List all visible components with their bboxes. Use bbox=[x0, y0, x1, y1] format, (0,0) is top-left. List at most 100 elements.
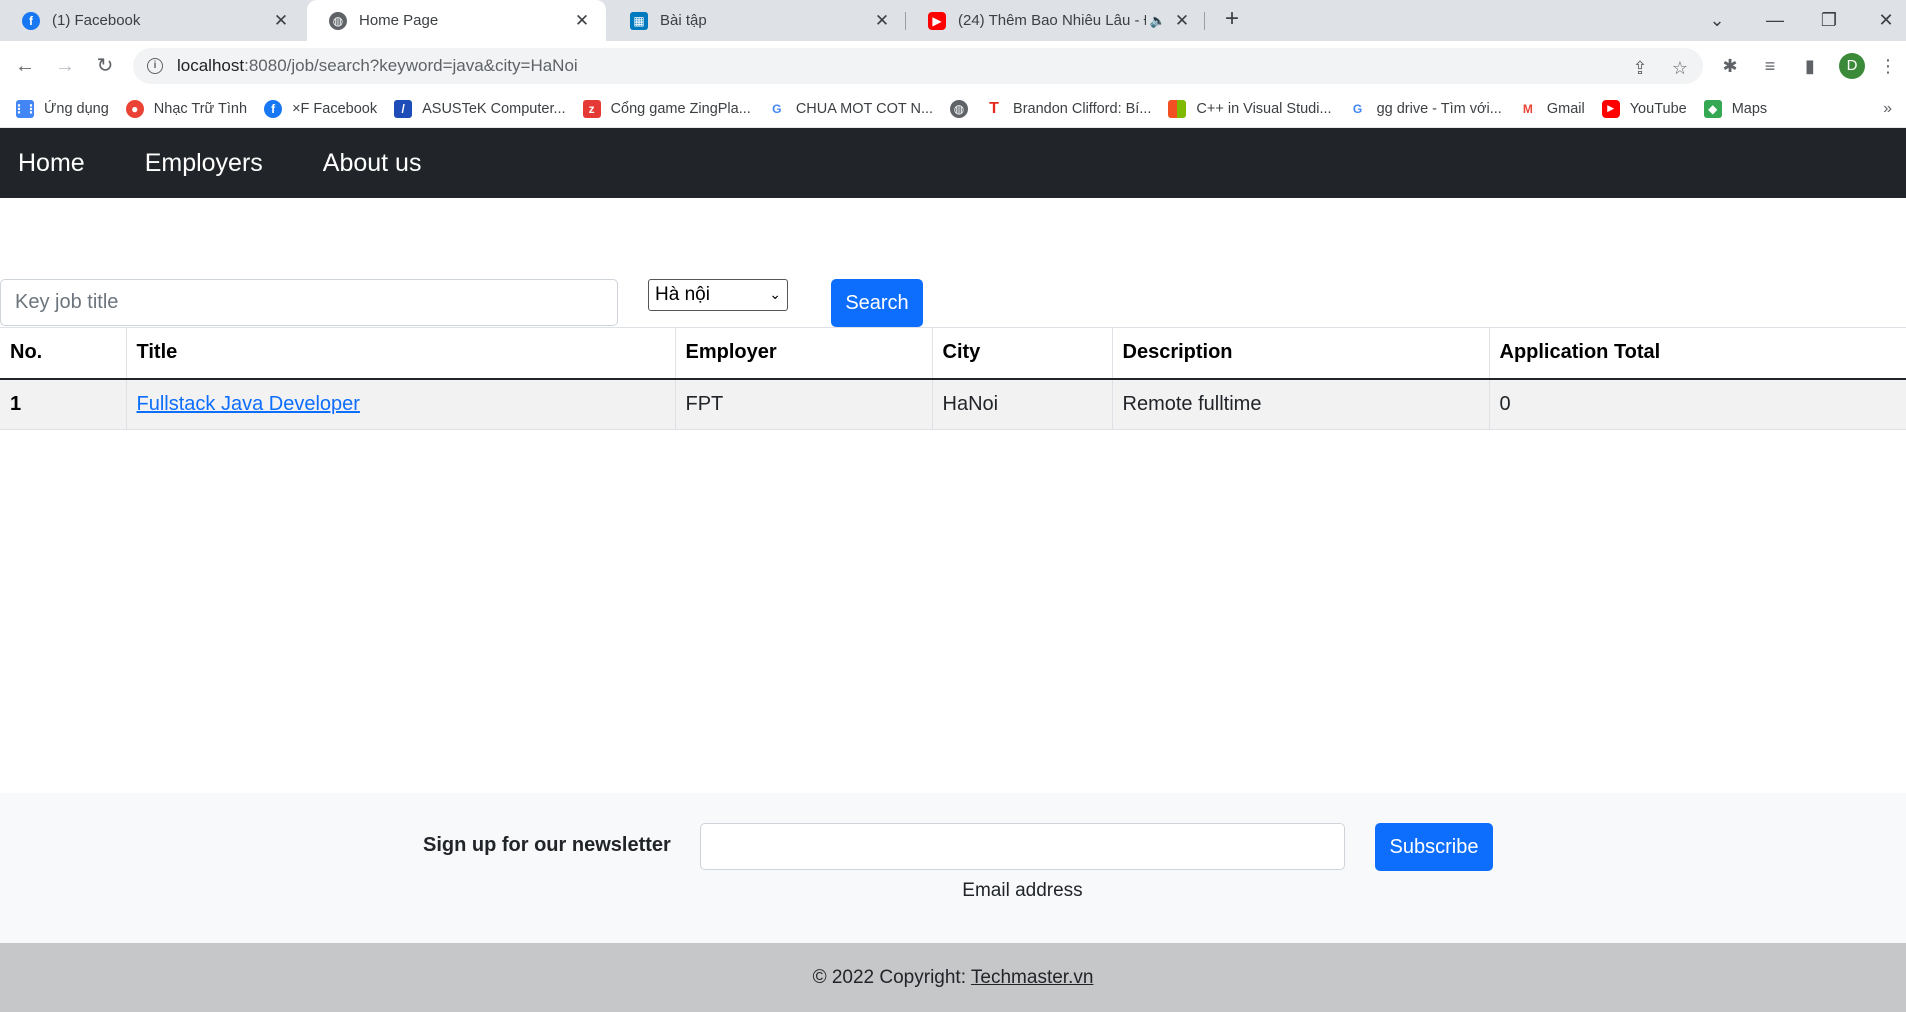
bookmark-gg-drive[interactable]: Ggg drive - Tìm với... bbox=[1348, 99, 1502, 118]
job-title-search-input[interactable]: Key job title bbox=[0, 279, 618, 326]
tab-bai-tap[interactable]: ▦ Bài tập ✕ bbox=[608, 0, 906, 41]
tab-title: (1) Facebook bbox=[52, 12, 141, 29]
bookmark-youtube[interactable]: ▶ YouTube bbox=[1601, 99, 1687, 118]
column-header-no: No. bbox=[0, 327, 127, 380]
ted-icon: T bbox=[985, 99, 1004, 118]
close-icon[interactable]: ✕ bbox=[271, 11, 291, 31]
column-header-description: Description bbox=[1112, 327, 1490, 380]
site-info-icon[interactable]: i bbox=[147, 58, 163, 74]
tab-title: Home Page bbox=[359, 12, 439, 29]
nav-home-link[interactable]: Home bbox=[18, 149, 85, 178]
address-bar[interactable]: i localhost:8080/job/search?keyword=java… bbox=[133, 48, 1703, 84]
window-close-icon[interactable]: ✕ bbox=[1866, 6, 1906, 34]
bookmark-maps[interactable]: ◆ Maps bbox=[1703, 99, 1767, 118]
media-queue-icon[interactable]: ≡ bbox=[1758, 54, 1782, 78]
column-header-title: Title bbox=[126, 327, 676, 380]
site-navbar: Home Employers About us bbox=[0, 128, 1906, 198]
newsletter-email-label: Email address bbox=[962, 880, 1083, 901]
bookmark-apps[interactable]: ⋮⋮ Ứng dụng bbox=[13, 99, 109, 118]
youtube-icon: ▶ bbox=[1601, 99, 1620, 118]
reload-icon[interactable]: ↻ bbox=[89, 50, 121, 82]
jobs-table: No. Title Employer City Description Appl… bbox=[0, 327, 1906, 430]
table-row: 1 Fullstack Java Developer FPT HaNoi Rem… bbox=[0, 378, 1906, 430]
bookmark-nhac-tru-tinh[interactable]: ● Nhạc Trữ Tình bbox=[125, 99, 247, 118]
browser-tab-strip: f (1) Facebook ✕ ◍ Home Page ✕ ▦ Bài tập… bbox=[0, 0, 1906, 41]
chrome-icon: ● bbox=[125, 99, 144, 118]
newsletter-section: Sign up for our newsletter Email address… bbox=[0, 793, 1906, 943]
bookmark-zingplay[interactable]: z Cổng game ZingPla... bbox=[582, 99, 751, 118]
cell-title: Fullstack Java Developer bbox=[126, 378, 676, 430]
facebook-icon: f bbox=[264, 99, 283, 118]
forward-arrow-icon[interactable]: → bbox=[49, 50, 81, 82]
menu-kebab-icon[interactable]: ⋮ bbox=[1876, 54, 1900, 78]
profile-avatar[interactable]: D bbox=[1839, 53, 1865, 79]
cell-employer: FPT bbox=[675, 378, 933, 430]
bookmarks-bar: ⋮⋮ Ứng dụng ● Nhạc Trữ Tình f ×F Facebook /… bbox=[0, 90, 1906, 128]
nav-about-link[interactable]: About us bbox=[323, 149, 422, 178]
tab-title: Bài tập bbox=[660, 12, 707, 29]
tab-youtube[interactable]: ▶ (24) Thêm Bao Nhiêu Lâu - Đ 🔈 ✕ bbox=[906, 0, 1206, 41]
footer-techmaster-link[interactable]: Techmaster.vn bbox=[971, 967, 1094, 988]
subscribe-button[interactable]: Subscribe bbox=[1375, 823, 1493, 871]
column-header-city: City bbox=[932, 327, 1113, 380]
apps-grid-icon: ⋮⋮ bbox=[13, 99, 37, 118]
newsletter-email-input[interactable] bbox=[700, 823, 1345, 870]
youtube-icon: ▶ bbox=[928, 11, 946, 30]
new-tab-plus-icon[interactable]: + bbox=[1218, 6, 1246, 34]
tab-home-page[interactable]: ◍ Home Page ✕ bbox=[307, 0, 606, 41]
table-header-row: No. Title Employer City Description Appl… bbox=[0, 327, 1906, 380]
bookmark-star-icon[interactable]: ☆ bbox=[1671, 58, 1689, 79]
search-button[interactable]: Search bbox=[831, 279, 923, 327]
tab-title: (24) Thêm Bao Nhiêu Lâu - Đ bbox=[958, 12, 1146, 29]
web-page: Home Employers About us Key job title Hà… bbox=[0, 128, 1906, 1012]
browser-toolbar: ← → ↻ i localhost:8080/job/search?keywor… bbox=[0, 41, 1906, 90]
city-select-value: Hà nội bbox=[655, 284, 710, 305]
restore-icon[interactable]: ❐ bbox=[1809, 6, 1849, 34]
site-footer: © 2022 Copyright: Techmaster.vn bbox=[0, 943, 1906, 1012]
nav-employers-link[interactable]: Employers bbox=[145, 149, 263, 178]
zing-icon: z bbox=[582, 99, 601, 118]
chevron-down-icon: ⌄ bbox=[769, 286, 781, 302]
side-panel-icon[interactable]: ▮ bbox=[1798, 54, 1822, 78]
bookmarks-overflow-chevron-icon[interactable]: » bbox=[1883, 100, 1892, 118]
cell-city: HaNoi bbox=[932, 378, 1113, 430]
tab-separator bbox=[1204, 12, 1205, 30]
asus-icon: / bbox=[394, 99, 413, 118]
trello-icon: ▦ bbox=[630, 11, 648, 30]
column-header-employer: Employer bbox=[675, 327, 933, 380]
bookmark-chua-mot-cot[interactable]: G CHUA MOT COT N... bbox=[767, 99, 933, 118]
bookmark-gmail[interactable]: M Gmail bbox=[1518, 99, 1585, 118]
extensions-puzzle-icon[interactable]: ✱ bbox=[1718, 54, 1742, 78]
newsletter-title: Sign up for our newsletter bbox=[423, 834, 671, 856]
tab-facebook[interactable]: f (1) Facebook ✕ bbox=[0, 0, 305, 41]
url-text: localhost:8080/job/search?keyword=java&c… bbox=[177, 56, 578, 75]
globe-icon: ◍ bbox=[950, 99, 969, 118]
speaker-icon[interactable]: 🔈 bbox=[1150, 13, 1166, 29]
tab-search-chevron-icon[interactable]: ⌄ bbox=[1697, 6, 1737, 34]
cell-application-total: 0 bbox=[1489, 378, 1906, 430]
share-icon[interactable]: ⇪ bbox=[1631, 58, 1649, 79]
bookmark-facebook[interactable]: f ×F Facebook bbox=[264, 99, 377, 118]
footer-copyright-text: © 2022 Copyright: bbox=[812, 967, 971, 988]
bookmark-ted[interactable]: T Brandon Clifford: Bí... bbox=[985, 99, 1151, 118]
globe-icon: ◍ bbox=[329, 11, 347, 30]
facebook-icon: f bbox=[22, 11, 40, 30]
google-icon: G bbox=[1348, 99, 1367, 118]
minimize-icon[interactable]: — bbox=[1755, 6, 1795, 34]
city-select[interactable]: Hà nội ⌄ bbox=[648, 279, 788, 311]
microsoft-icon bbox=[1168, 99, 1187, 118]
maps-icon: ◆ bbox=[1703, 99, 1722, 118]
gmail-icon: M bbox=[1518, 99, 1537, 118]
close-icon[interactable]: ✕ bbox=[572, 11, 592, 31]
close-icon[interactable]: ✕ bbox=[1172, 11, 1192, 31]
bookmark-asus[interactable]: / ASUSTeK Computer... bbox=[394, 99, 566, 118]
cell-no: 1 bbox=[0, 378, 127, 430]
bookmark-globe[interactable]: ◍ bbox=[950, 99, 969, 118]
job-title-link[interactable]: Fullstack Java Developer bbox=[137, 393, 360, 415]
close-icon[interactable]: ✕ bbox=[872, 11, 892, 31]
cell-description: Remote fulltime bbox=[1112, 378, 1490, 430]
back-arrow-icon[interactable]: ← bbox=[9, 50, 41, 82]
bookmark-cpp-visual-studio[interactable]: C++ in Visual Studi... bbox=[1168, 99, 1332, 118]
google-icon: G bbox=[767, 99, 786, 118]
column-header-application-total: Application Total bbox=[1489, 327, 1906, 380]
